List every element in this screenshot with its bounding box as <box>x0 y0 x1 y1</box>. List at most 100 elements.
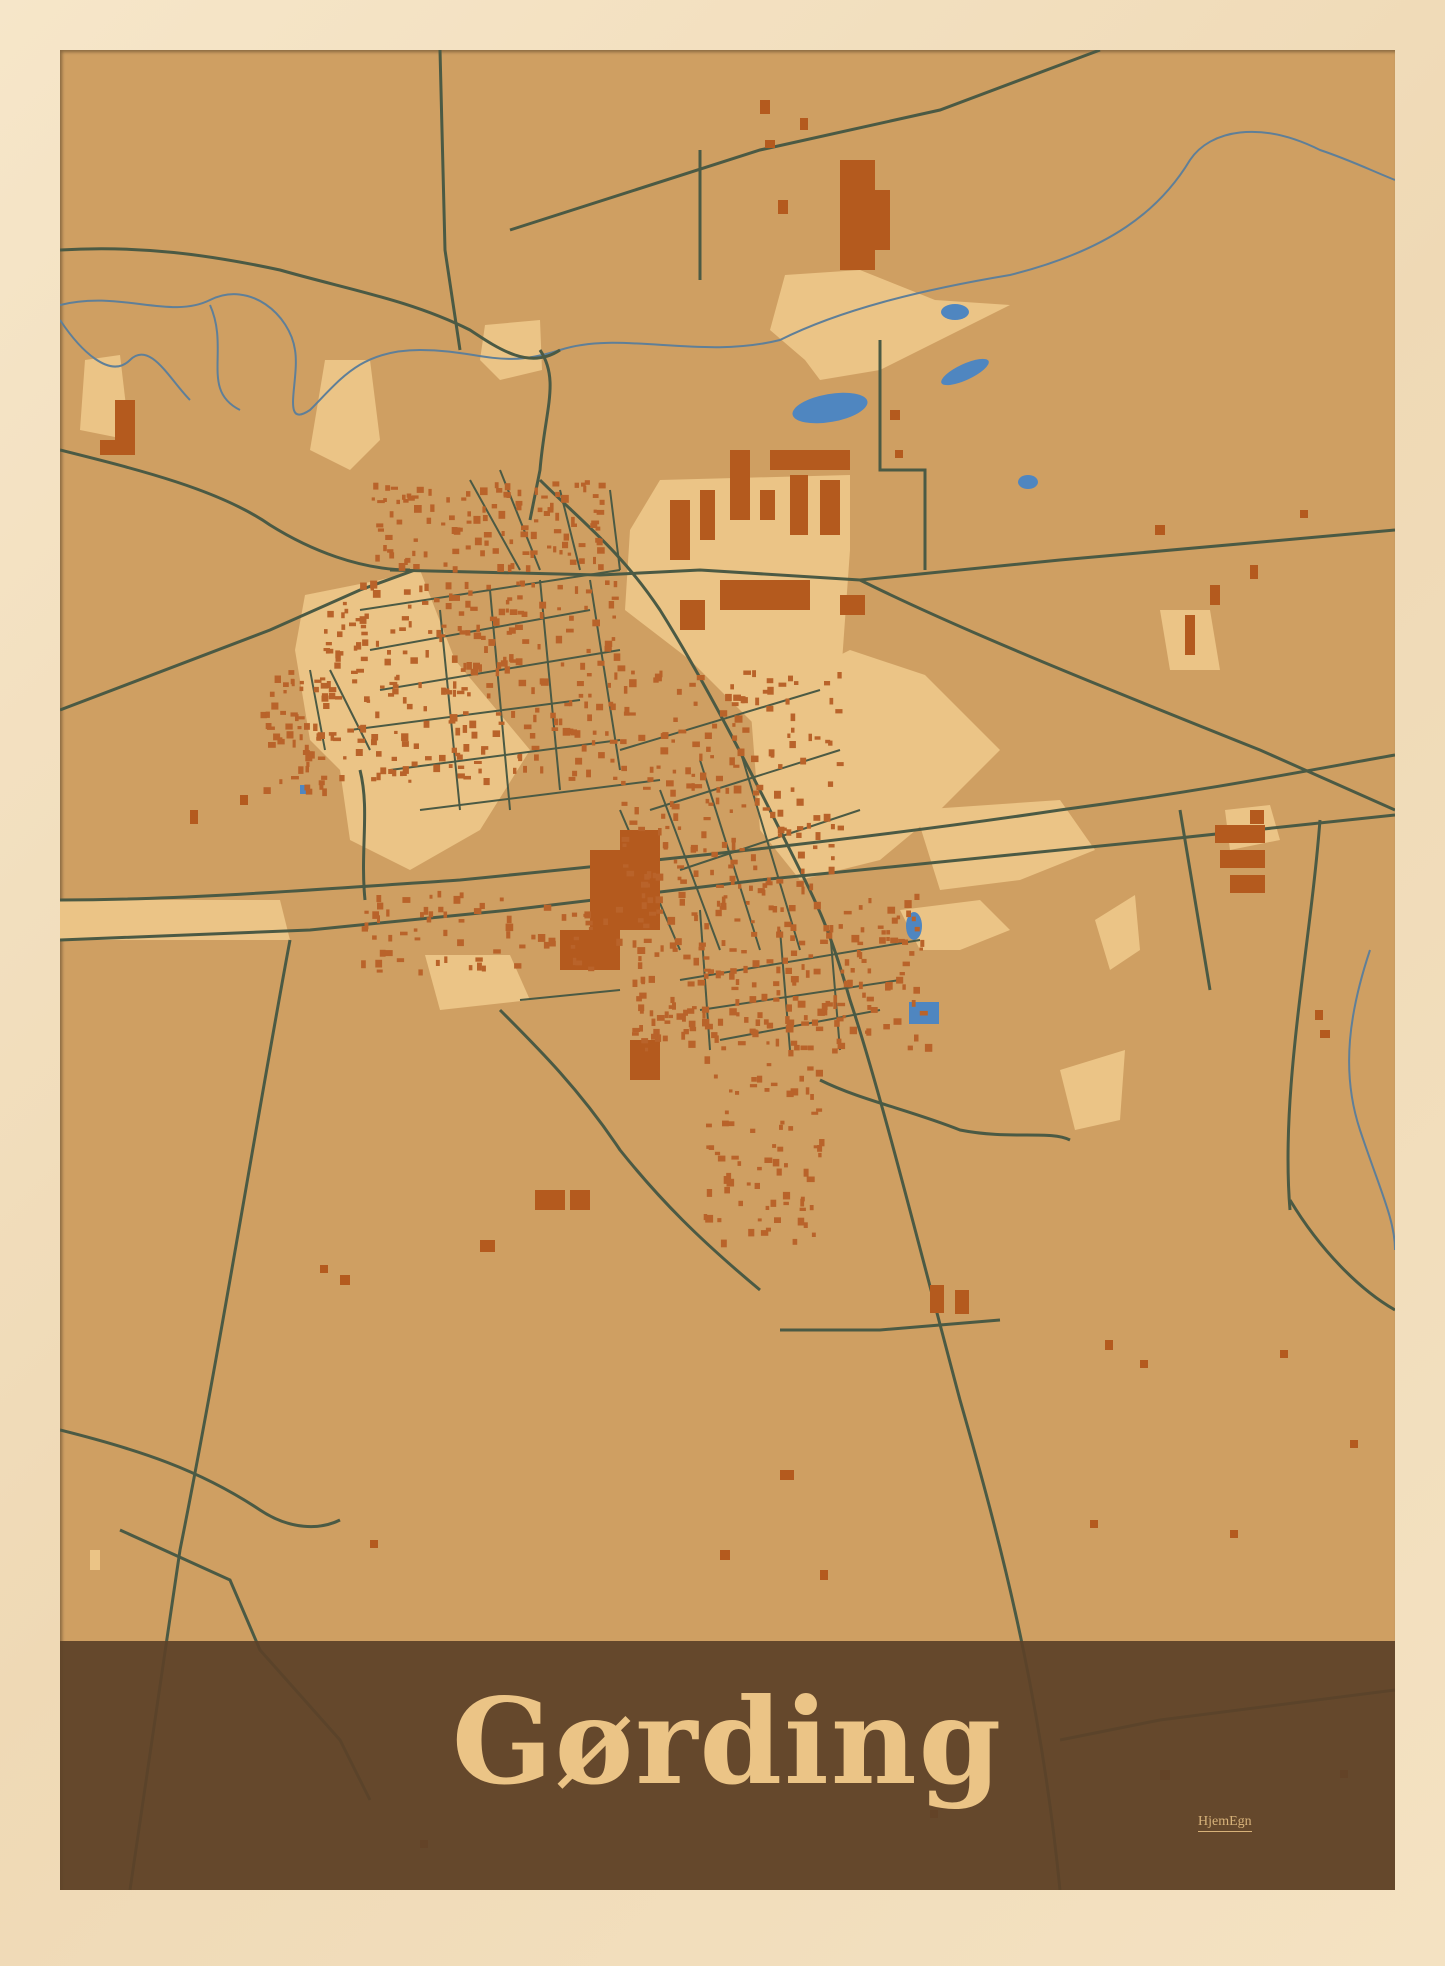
house <box>491 504 498 509</box>
house <box>829 697 834 705</box>
house <box>776 1168 782 1176</box>
house <box>803 1015 808 1021</box>
house <box>413 538 418 542</box>
house <box>749 996 757 1003</box>
house <box>673 813 679 821</box>
house <box>452 689 456 697</box>
house <box>571 912 578 917</box>
house <box>613 776 618 780</box>
brand-logo: HjemEgn <box>1198 1814 1252 1832</box>
house <box>832 1048 838 1054</box>
house <box>611 637 616 641</box>
house <box>691 773 696 777</box>
house <box>547 545 552 549</box>
house <box>767 877 771 884</box>
house <box>778 682 787 687</box>
house <box>498 510 506 519</box>
house <box>321 693 328 698</box>
house <box>919 947 923 951</box>
house <box>716 787 721 793</box>
house <box>299 686 304 692</box>
house <box>590 523 598 528</box>
house <box>729 809 733 813</box>
house <box>507 564 512 572</box>
house <box>349 622 356 627</box>
house <box>357 738 365 743</box>
house <box>809 883 814 891</box>
house <box>482 515 488 522</box>
house <box>753 865 758 871</box>
house <box>715 970 721 979</box>
house <box>644 874 650 880</box>
house <box>773 981 780 987</box>
house <box>660 747 669 755</box>
house <box>711 1032 718 1039</box>
house <box>629 820 638 825</box>
house <box>599 499 605 505</box>
house <box>724 1110 729 1115</box>
house <box>429 894 433 899</box>
house <box>766 1063 772 1067</box>
house <box>592 494 599 498</box>
house <box>494 482 499 489</box>
house <box>455 752 461 757</box>
house <box>292 739 296 748</box>
house <box>501 531 505 536</box>
house <box>482 506 486 513</box>
house <box>836 762 844 767</box>
house <box>764 1088 770 1092</box>
house <box>371 734 379 741</box>
house <box>620 739 627 745</box>
house <box>717 1155 726 1162</box>
house <box>389 681 398 685</box>
house <box>467 511 471 517</box>
house <box>615 906 623 913</box>
house <box>406 703 413 710</box>
house <box>496 662 502 670</box>
house <box>518 679 527 687</box>
house <box>574 586 579 594</box>
house <box>586 673 592 677</box>
house <box>392 684 399 689</box>
house <box>813 815 821 821</box>
house <box>634 807 639 815</box>
house <box>838 924 843 929</box>
house <box>517 595 523 600</box>
house <box>658 828 662 836</box>
house <box>914 926 920 932</box>
house <box>493 618 500 626</box>
house <box>360 582 367 590</box>
house <box>628 712 636 716</box>
house <box>750 1029 758 1035</box>
house <box>466 491 471 497</box>
house <box>796 798 804 806</box>
house <box>837 672 842 679</box>
house <box>703 817 711 821</box>
house <box>384 658 391 666</box>
house <box>423 706 427 712</box>
house <box>604 645 611 652</box>
house <box>849 1026 857 1035</box>
house <box>407 495 415 501</box>
house <box>669 942 677 949</box>
house <box>506 931 511 939</box>
house <box>703 848 707 853</box>
house <box>419 585 423 593</box>
house <box>774 790 781 799</box>
house <box>575 960 583 966</box>
house <box>439 636 443 643</box>
house <box>351 670 358 674</box>
house <box>770 811 776 819</box>
house <box>468 590 473 596</box>
house <box>537 934 546 942</box>
house <box>499 897 504 902</box>
house <box>703 1214 708 1221</box>
house <box>788 905 796 912</box>
house <box>751 1077 757 1082</box>
house <box>445 603 452 610</box>
house <box>670 789 676 797</box>
house <box>530 550 538 555</box>
house <box>389 511 394 518</box>
house <box>680 879 687 884</box>
map-poster: Gørding HjemEgn <box>60 50 1395 1890</box>
